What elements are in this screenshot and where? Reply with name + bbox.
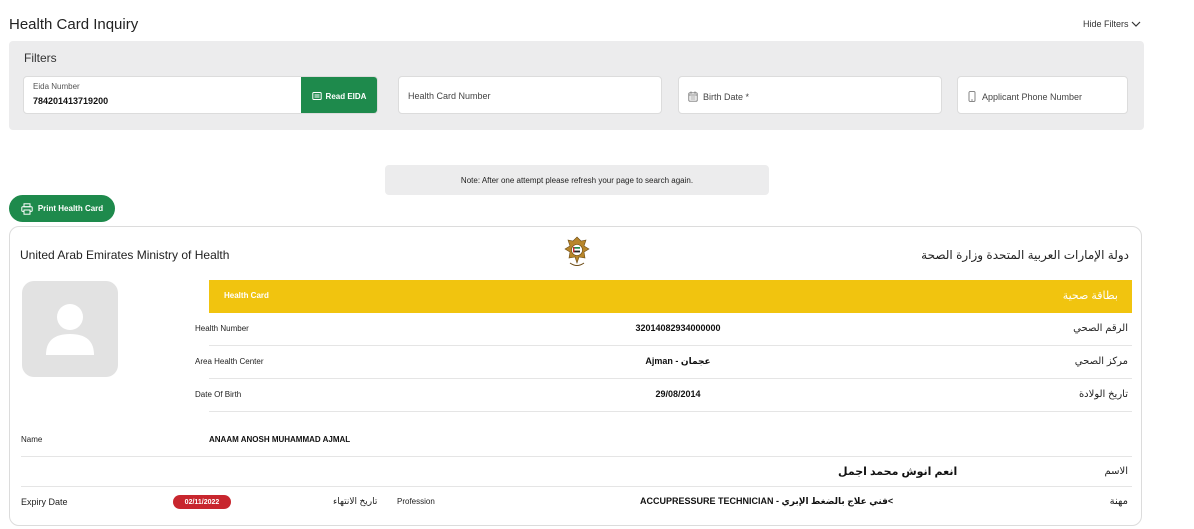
name-label: Name bbox=[21, 435, 43, 444]
expiry-date-label-ar: تاريخ الانتهاء bbox=[333, 496, 378, 506]
id-card-icon bbox=[311, 92, 322, 100]
health-card-header: Health Card بطاقة صحية bbox=[209, 280, 1132, 313]
print-health-card-label: Print Health Card bbox=[37, 204, 104, 213]
name-value: ANAAM ANOSH MUHAMMAD AJMAL bbox=[209, 435, 351, 444]
filters-panel: Filters Eida Number 784201413719200 Read… bbox=[9, 41, 1144, 130]
chevron-down-icon bbox=[1131, 21, 1140, 27]
read-eida-button[interactable]: Read EIDA bbox=[301, 77, 377, 113]
profession-value: ACCUPRESSURE TECHNICIAN - فني علاج بالضغ… bbox=[640, 496, 894, 506]
filters-title: Filters bbox=[24, 51, 57, 65]
arabic-name-row: انعم انوش محمد اجمل الاسم bbox=[21, 457, 1132, 487]
area-health-center-label: Area Health Center bbox=[195, 357, 264, 366]
name-label-ar: الاسم bbox=[1104, 466, 1128, 477]
expiry-date-label: Expiry Date bbox=[21, 497, 68, 507]
ministry-name-ar: دولة الإمارات العربية المتحدة وزارة الصح… bbox=[921, 248, 1129, 262]
name-row: Name ANAAM ANOSH MUHAMMAD AJMAL bbox=[21, 424, 1132, 457]
expiry-profession-row: Expiry Date 02/11/2022 تاريخ الانتهاء Pr… bbox=[21, 492, 1132, 516]
user-placeholder-icon bbox=[46, 304, 94, 355]
birth-date-input[interactable]: Birth Date * bbox=[678, 76, 942, 114]
expiry-date-badge: 02/11/2022 bbox=[173, 495, 231, 509]
health-card: United Arab Emirates Ministry of Health … bbox=[9, 226, 1142, 526]
profession-label-ar: مهنة bbox=[1109, 496, 1128, 507]
eida-label: Eida Number bbox=[33, 82, 80, 91]
calendar-icon bbox=[688, 91, 698, 102]
printer-icon bbox=[21, 202, 33, 215]
eida-field[interactable]: Eida Number 784201413719200 Read EIDA bbox=[23, 76, 378, 114]
top-strip bbox=[0, 0, 1194, 8]
eida-value[interactable]: 784201413719200 bbox=[33, 96, 108, 106]
profession-label: Profession bbox=[397, 497, 435, 506]
ministry-name-en: United Arab Emirates Ministry of Health bbox=[20, 248, 230, 262]
applicant-phone-input[interactable]: Applicant Phone Number bbox=[957, 76, 1128, 114]
date-of-birth-value: 29/08/2014 bbox=[655, 389, 701, 399]
date-of-birth-label: Date Of Birth bbox=[195, 390, 242, 399]
birth-date-placeholder: Birth Date * bbox=[703, 91, 750, 102]
health-number-label-ar: الرقم الصحي bbox=[1073, 323, 1128, 334]
refresh-note: Note: After one attempt please refresh y… bbox=[385, 165, 769, 195]
health-card-header-en: Health Card bbox=[224, 291, 269, 300]
uae-emblem-icon bbox=[564, 236, 590, 266]
area-health-center-label-ar: مركز الصحي bbox=[1074, 356, 1128, 367]
page-title: Health Card Inquiry bbox=[9, 16, 139, 33]
area-health-center-value: Ajman - عجمان bbox=[645, 356, 711, 366]
table-row: Health Number 32014082934000000 الرقم ال… bbox=[195, 313, 1132, 346]
table-row: Date Of Birth 29/08/2014 تاريخ الولادة bbox=[195, 379, 1132, 412]
applicant-phone-placeholder: Applicant Phone Number bbox=[982, 91, 1083, 102]
health-card-number-placeholder: Health Card Number bbox=[408, 91, 491, 101]
name-value-ar: انعم انوش محمد اجمل bbox=[838, 466, 958, 478]
table-row: Area Health Center Ajman - عجمان مركز ال… bbox=[195, 346, 1132, 379]
read-eida-label: Read EIDA bbox=[325, 91, 367, 101]
health-card-number-input[interactable]: Health Card Number bbox=[398, 76, 662, 114]
hide-filters-toggle[interactable]: Hide Filters bbox=[1083, 19, 1141, 29]
health-number-label: Health Number bbox=[195, 324, 249, 333]
date-of-birth-label-ar: تاريخ الولادة bbox=[1078, 389, 1128, 400]
avatar bbox=[22, 281, 118, 377]
health-card-header-ar: بطاقة صحية bbox=[1062, 290, 1118, 302]
hide-filters-label: Hide Filters bbox=[1083, 19, 1129, 29]
phone-icon bbox=[968, 91, 976, 102]
health-number-value: 32014082934000000 bbox=[635, 323, 721, 333]
print-health-card-button[interactable]: Print Health Card bbox=[9, 195, 115, 222]
